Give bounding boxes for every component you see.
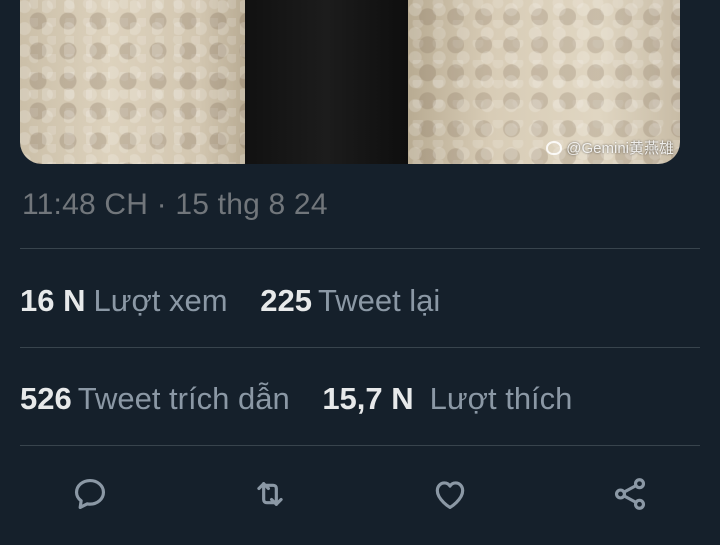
- weibo-icon: [546, 140, 563, 155]
- likes-label: Lượt thích: [429, 381, 573, 416]
- likes-count: 15,7 N: [322, 381, 414, 416]
- retweets-count: 225: [260, 283, 312, 318]
- views-count: 16 N: [20, 283, 86, 318]
- likes-stat[interactable]: 15,7 N Lượt thích: [322, 381, 572, 417]
- divider: [20, 445, 700, 446]
- like-icon: [435, 481, 465, 510]
- photo-shirt: [245, 0, 408, 164]
- watermark-text: @Gemini黄燕雄: [566, 140, 674, 157]
- tweet-detail: @Gemini黄燕雄 11:48 CH · 15 thg 8 24 16 N Lư…: [0, 0, 720, 545]
- photo-fur-left: [20, 0, 245, 164]
- stats-row-1: 16 N Lượt xem 225 Tweet lại: [20, 283, 440, 319]
- tweet-photo[interactable]: @Gemini黄燕雄: [20, 0, 680, 164]
- quotes-count: 526: [20, 381, 72, 416]
- retweets-stat[interactable]: 225 Tweet lại: [260, 283, 440, 319]
- reply-icon: [74, 478, 106, 510]
- quotes-label: Tweet trích dẫn: [77, 381, 290, 416]
- views-label: Lượt xem: [93, 283, 228, 318]
- retweet-icon: [257, 482, 283, 506]
- divider: [20, 347, 700, 348]
- retweets-label: Tweet lại: [317, 283, 441, 318]
- retweet-button[interactable]: [248, 472, 292, 516]
- photo-watermark: @Gemini黄燕雄: [546, 137, 674, 158]
- reply-button[interactable]: [68, 472, 112, 516]
- divider: [20, 248, 700, 249]
- tweet-actions: [0, 462, 720, 524]
- share-icon: [614, 478, 646, 510]
- views-stat: 16 N Lượt xem: [20, 283, 228, 319]
- share-button[interactable]: [608, 472, 652, 516]
- quotes-stat[interactable]: 526 Tweet trích dẫn: [20, 381, 290, 417]
- stats-row-2: 526 Tweet trích dẫn 15,7 N Lượt thích: [20, 381, 572, 417]
- like-button[interactable]: [428, 472, 472, 516]
- tweet-timestamp[interactable]: 11:48 CH · 15 thg 8 24: [22, 188, 328, 222]
